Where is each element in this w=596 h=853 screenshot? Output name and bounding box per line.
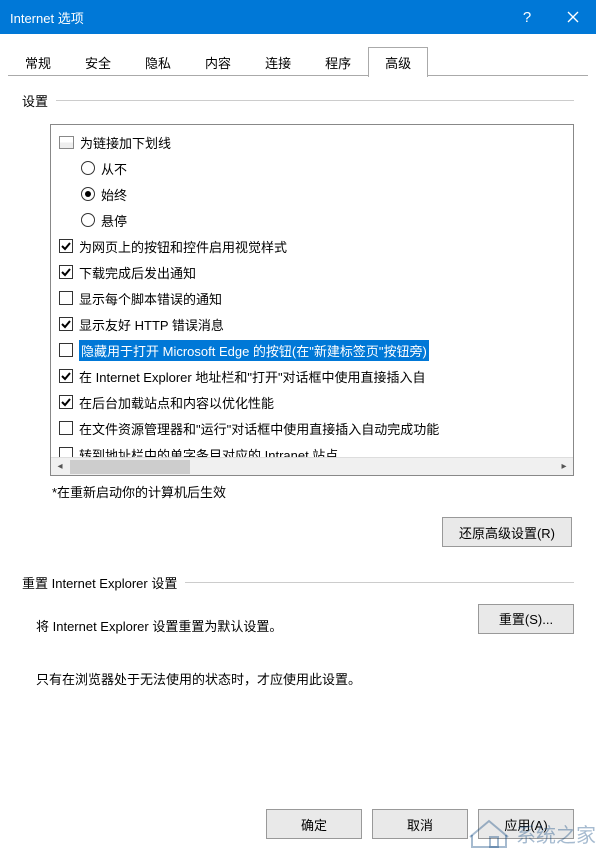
checkbox-icon[interactable] — [59, 317, 73, 331]
tree-radio-label: 悬停 — [101, 211, 127, 230]
page-icon — [59, 136, 74, 149]
tree-radio-label: 始终 — [101, 185, 127, 204]
checkbox-icon[interactable] — [59, 239, 73, 253]
scroll-right-arrow-icon[interactable]: ▸ — [555, 458, 573, 476]
tree-check-label: 在文件资源管理器和"运行"对话框中使用直接插入自动完成功能 — [79, 419, 439, 438]
reset-button[interactable]: 重置(S)... — [478, 604, 574, 634]
tab-strip: 常规 安全 隐私 内容 连接 程序 高级 — [0, 34, 596, 76]
window-title: Internet 选项 — [10, 8, 84, 27]
radio-icon[interactable] — [81, 187, 95, 201]
dialog-button-row: 确定 取消 应用(A) — [266, 809, 574, 839]
tab-privacy[interactable]: 隐私 — [128, 47, 188, 77]
reset-warning: 只有在浏览器处于无法使用的状态时，才应使用此设置。 — [36, 669, 574, 688]
help-button[interactable]: ? — [504, 0, 550, 34]
ok-button[interactable]: 确定 — [266, 809, 362, 839]
tree-check-label: 在 Internet Explorer 地址栏和"打开"对话框中使用直接插入自 — [79, 367, 426, 386]
settings-tree[interactable]: 为链接加下划线从不始终悬停为网页上的按钮和控件启用视觉样式下载完成后发出通知显示… — [50, 124, 574, 476]
titlebar: Internet 选项 ? — [0, 0, 596, 34]
apply-button[interactable]: 应用(A) — [478, 809, 574, 839]
checkbox-icon[interactable] — [59, 265, 73, 279]
tab-programs[interactable]: 程序 — [308, 47, 368, 77]
scroll-left-arrow-icon[interactable]: ◂ — [51, 458, 69, 476]
close-icon — [567, 11, 579, 23]
tree-radio-2[interactable]: 悬停 — [51, 207, 573, 233]
tree-check-2[interactable]: 显示每个脚本错误的通知 — [51, 285, 573, 311]
tree-check-7[interactable]: 在文件资源管理器和"运行"对话框中使用直接插入自动完成功能 — [51, 415, 573, 441]
reset-group-label: 重置 Internet Explorer 设置 — [22, 573, 574, 592]
tree-check-label: 隐藏用于打开 Microsoft Edge 的按钮(在"新建标签页"按钮旁) — [79, 340, 429, 361]
tree-check-label: 显示友好 HTTP 错误消息 — [79, 315, 224, 334]
tree-radio-label: 从不 — [101, 159, 127, 178]
tab-connections[interactable]: 连接 — [248, 47, 308, 77]
restore-defaults-button[interactable]: 还原高级设置(R) — [442, 517, 572, 547]
checkbox-icon[interactable] — [59, 369, 73, 383]
tree-check-label: 为网页上的按钮和控件启用视觉样式 — [79, 237, 287, 256]
tree-check-3[interactable]: 显示友好 HTTP 错误消息 — [51, 311, 573, 337]
close-button[interactable] — [550, 0, 596, 34]
tree-radio-1[interactable]: 始终 — [51, 181, 573, 207]
settings-label-text: 设置 — [22, 91, 48, 110]
tab-content[interactable]: 内容 — [188, 47, 248, 77]
tree-check-label: 在后台加载站点和内容以优化性能 — [79, 393, 274, 412]
tree-check-label: 下载完成后发出通知 — [79, 263, 196, 282]
tree-check-4[interactable]: 隐藏用于打开 Microsoft Edge 的按钮(在"新建标签页"按钮旁) — [51, 337, 573, 363]
tree-parent-label: 为链接加下划线 — [80, 133, 171, 152]
checkbox-icon[interactable] — [59, 421, 73, 435]
tree-check-label: 显示每个脚本错误的通知 — [79, 289, 222, 308]
tree-check-1[interactable]: 下载完成后发出通知 — [51, 259, 573, 285]
horizontal-scrollbar[interactable]: ◂ ▸ — [51, 457, 573, 475]
reset-label-text: 重置 Internet Explorer 设置 — [22, 573, 177, 592]
scroll-thumb[interactable] — [70, 460, 190, 474]
tree-check-6[interactable]: 在后台加载站点和内容以优化性能 — [51, 389, 573, 415]
settings-group-label: 设置 — [22, 91, 574, 110]
tab-general[interactable]: 常规 — [8, 47, 68, 77]
checkbox-icon[interactable] — [59, 291, 73, 305]
radio-icon[interactable] — [81, 213, 95, 227]
tree-check-0[interactable]: 为网页上的按钮和控件启用视觉样式 — [51, 233, 573, 259]
tab-advanced[interactable]: 高级 — [368, 47, 428, 77]
tree-check-5[interactable]: 在 Internet Explorer 地址栏和"打开"对话框中使用直接插入自 — [51, 363, 573, 389]
radio-icon[interactable] — [81, 161, 95, 175]
checkbox-icon[interactable] — [59, 395, 73, 409]
restart-note: *在重新启动你的计算机后生效 — [52, 482, 574, 501]
cancel-button[interactable]: 取消 — [372, 809, 468, 839]
tree-parent[interactable]: 为链接加下划线 — [51, 129, 573, 155]
tab-security[interactable]: 安全 — [68, 47, 128, 77]
tree-radio-0[interactable]: 从不 — [51, 155, 573, 181]
checkbox-icon[interactable] — [59, 343, 73, 357]
reset-description: 将 Internet Explorer 设置重置为默认设置。 — [36, 616, 282, 635]
